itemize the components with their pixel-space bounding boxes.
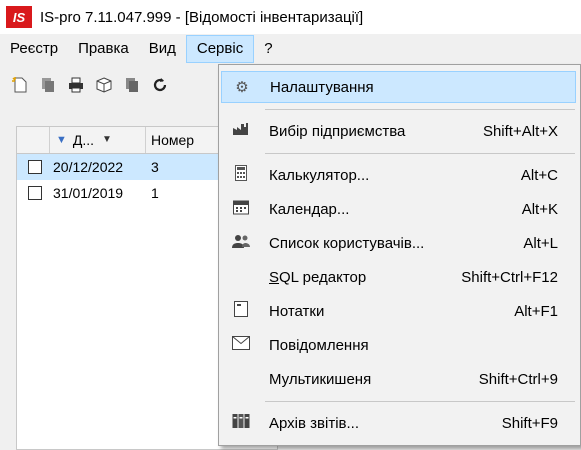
users-icon [225,234,257,252]
menu-bar: Реєстр Правка Вид Сервіс ? [0,34,581,64]
menu-item-select-enterprise[interactable]: Вибір підприємства Shift+Alt+X [221,115,576,147]
menu-item-settings[interactable]: ⚙ Налаштування [221,71,576,103]
note-icon [225,301,257,321]
row-number: 3 [151,159,159,175]
sort-desc-icon: ▼ [56,134,67,146]
menu-item-notes[interactable]: Нотатки Alt+F1 [221,295,576,327]
gears-icon: ⚙ [235,79,249,96]
menu-item-multipocket[interactable]: Мультикишеня Shift+Ctrl+9 [221,363,576,395]
title-bar: IS IS-pro 7.11.047.999 - [Відомості інве… [0,0,581,34]
menu-registry[interactable]: Реєстр [0,35,68,63]
menu-view[interactable]: Вид [139,35,186,63]
menu-item-calculator[interactable]: Калькулятор... Alt+C [221,159,576,191]
mail-icon [225,336,257,354]
menu-separator [265,109,575,110]
copy-icon[interactable] [34,71,62,99]
menu-help[interactable]: ? [254,35,282,63]
dark-copy-icon[interactable] [118,71,146,99]
menu-item-calendar[interactable]: Календар... Alt+K [221,193,576,225]
menu-service[interactable]: Сервіс [185,35,255,63]
refresh-icon[interactable] [146,71,174,99]
menu-item-sql-editor[interactable]: SQL редактор Shift+Ctrl+F12 [221,261,576,293]
window-title: IS-pro 7.11.047.999 - [Відомості інвента… [40,8,364,26]
row-checkbox[interactable] [28,160,42,174]
menu-item-user-list[interactable]: Список користувачів... Alt+L [221,227,576,259]
calendar-icon [225,199,257,219]
archive-icon [225,413,257,433]
menu-item-report-archive[interactable]: Архів звітів... Shift+F9 [221,407,576,439]
row-checkbox[interactable] [28,186,42,200]
print-icon[interactable] [62,71,90,99]
menu-item-messages[interactable]: Повідомлення [221,329,576,361]
app-logo: IS [6,6,32,28]
menu-separator [265,401,575,402]
new-document-icon[interactable] [6,71,34,99]
date-column-header[interactable]: ▼ Д... ▼ [50,127,146,153]
select-column-header[interactable] [17,127,50,153]
menu-separator [265,153,575,154]
date-column-label: Д... [72,132,95,148]
package-icon[interactable] [90,71,118,99]
menu-edit[interactable]: Правка [68,35,139,63]
row-date: 31/01/2019 [53,185,124,201]
row-number: 1 [151,185,159,201]
service-menu-dropdown: ⚙ Налаштування Вибір підприємства Shift+… [218,64,581,446]
calculator-icon [225,165,257,185]
row-date: 20/12/2022 [53,159,124,175]
factory-icon [225,122,257,140]
filter-dropdown-icon[interactable]: ▼ [102,127,112,153]
